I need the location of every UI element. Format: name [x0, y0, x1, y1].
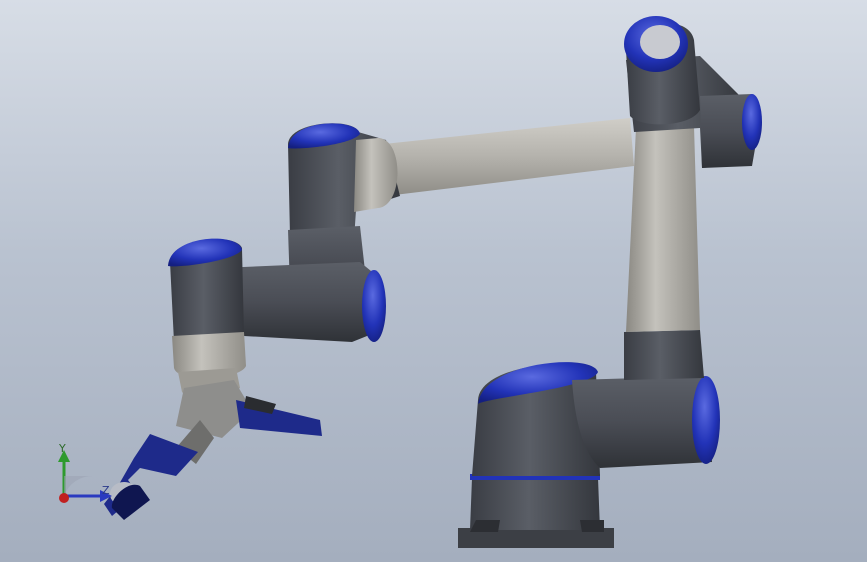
shoulder-lift-joint[interactable] [572, 330, 720, 468]
gripper-end-effector[interactable] [104, 380, 322, 520]
robot-arm-model[interactable] [0, 0, 867, 562]
triad-axes-icon [58, 450, 112, 503]
triad-y-label: Y [59, 442, 66, 455]
upper-arm-link[interactable] [626, 126, 700, 332]
3d-graphics-viewport[interactable]: Y Z [0, 0, 867, 562]
robot-base[interactable] [458, 474, 614, 548]
triad-z-label: Z [102, 484, 110, 497]
forearm-link[interactable] [384, 118, 634, 196]
coordinate-triad: Y Z [40, 436, 130, 516]
